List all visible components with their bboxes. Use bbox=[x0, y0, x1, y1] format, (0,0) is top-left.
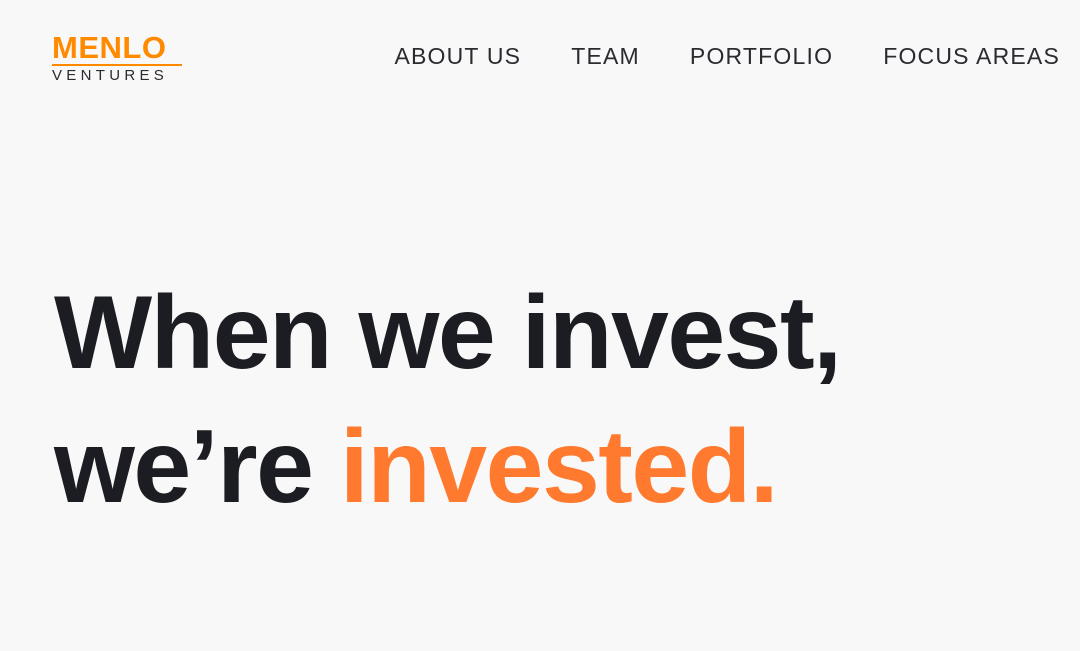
hero-line-2: we’re invested. bbox=[54, 400, 1064, 534]
logo-wordmark-top: MENLO bbox=[52, 30, 167, 65]
nav-item-about-us[interactable]: ABOUT US bbox=[394, 40, 521, 72]
hero-accent-text: invested. bbox=[339, 409, 779, 525]
nav-item-portfolio[interactable]: PORTFOLIO bbox=[690, 40, 833, 72]
hero-line-1: When we invest, bbox=[54, 275, 842, 391]
menlo-ventures-logo[interactable]: MENLO VENTURES bbox=[52, 30, 184, 85]
site-header: MENLO VENTURES ABOUT US TEAM PORTFOLIO F… bbox=[0, 0, 1080, 110]
logo-wordmark-bottom: VENTURES bbox=[52, 67, 169, 84]
hero-section: When we invest, we’re invested. bbox=[54, 266, 1064, 534]
nav-item-focus-areas[interactable]: FOCUS AREAS bbox=[883, 40, 1060, 72]
hero-line-2-prefix: we’re bbox=[54, 409, 340, 525]
hero-heading: When we invest, we’re invested. bbox=[54, 266, 1064, 534]
nav-item-team[interactable]: TEAM bbox=[571, 40, 640, 72]
main-nav: ABOUT US TEAM PORTFOLIO FOCUS AREAS bbox=[394, 40, 1060, 72]
